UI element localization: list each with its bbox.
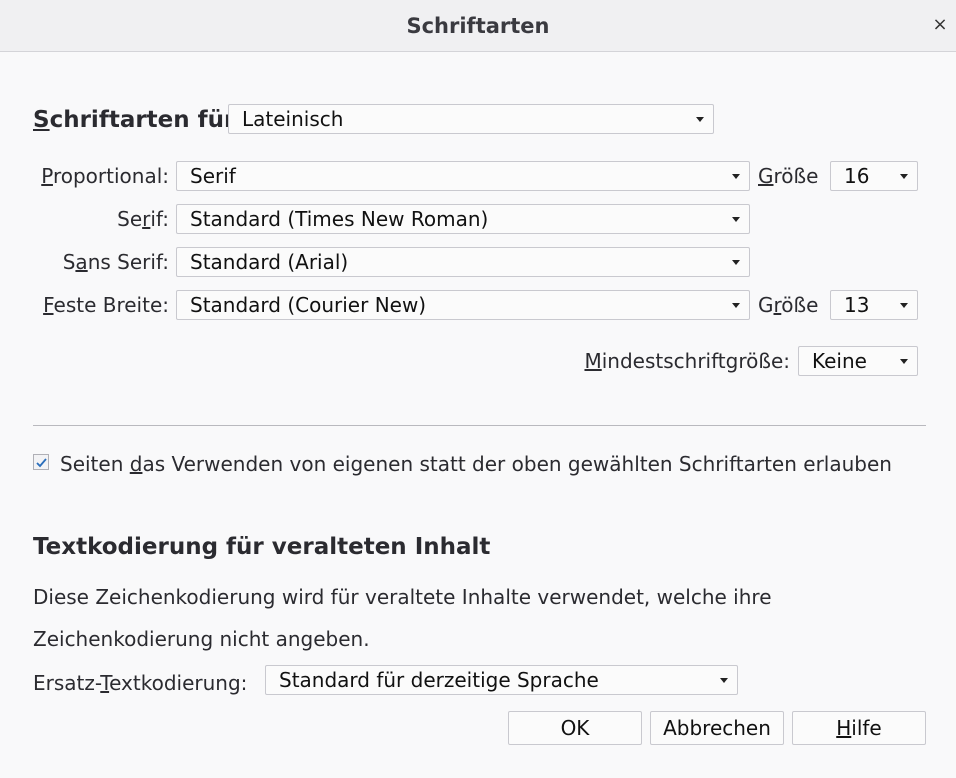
proportional-size-label: Größe [758,164,819,188]
monospace-size-value: 13 [844,293,870,317]
allow-page-fonts-label[interactable]: Seiten das Verwenden von eigenen statt d… [60,452,892,476]
fallback-encoding-select[interactable]: Standard für derzeitige Sprache [265,665,738,695]
fallback-encoding-label: Ersatz-Textkodierung: [33,671,248,695]
ok-button[interactable]: OK [508,711,642,745]
min-size-label: Mindestschriftgröße: [584,349,790,373]
help-button[interactable]: Hilfe [792,711,926,745]
sans-serif-value: Standard (Arial) [190,250,349,274]
encoding-description-line2: Zeichenkodierung nicht angeben. [33,627,370,651]
monospace-size-select[interactable]: 13 [830,290,918,320]
proportional-value: Serif [190,164,236,188]
chevron-down-icon [732,217,740,222]
sans-serif-label: Sans Serif: [62,250,169,274]
divider [33,425,926,426]
chevron-down-icon [732,260,740,265]
encoding-heading: Textkodierung für veralteten Inhalt [33,534,491,560]
monospace-label: Feste Breite: [43,293,169,317]
serif-label: Serif: [117,207,169,231]
proportional-label: Proportional: [41,164,169,188]
cancel-button[interactable]: Abbrechen [650,711,784,745]
chevron-down-icon [732,174,740,179]
serif-value: Standard (Times New Roman) [190,207,489,231]
chevron-down-icon [900,174,908,179]
fonts-for-label: Schriftarten für [33,107,236,133]
sans-serif-select[interactable]: Standard (Arial) [176,247,750,277]
proportional-size-value: 16 [844,164,870,188]
min-size-select[interactable]: Keine [798,346,918,376]
close-icon[interactable]: × [930,14,950,36]
chevron-down-icon [900,303,908,308]
chevron-down-icon [720,678,728,683]
min-size-value: Keine [812,349,867,373]
serif-select[interactable]: Standard (Times New Roman) [176,204,750,234]
fonts-for-select[interactable]: Lateinisch [228,104,714,134]
fonts-for-value: Lateinisch [242,107,344,131]
proportional-size-select[interactable]: 16 [830,161,918,191]
dialog-title: Schriftarten [406,14,550,38]
encoding-description-line1: Diese Zeichenkodierung wird für veraltet… [33,585,772,609]
check-icon [36,458,47,468]
chevron-down-icon [732,303,740,308]
chevron-down-icon [696,117,704,122]
dialog-titlebar: Schriftarten × [0,0,956,52]
monospace-size-label: Größe [758,293,819,317]
monospace-select[interactable]: Standard (Courier New) [176,290,750,320]
allow-page-fonts-checkbox[interactable] [33,454,49,470]
fallback-encoding-value: Standard für derzeitige Sprache [279,668,599,692]
chevron-down-icon [900,359,908,364]
monospace-value: Standard (Courier New) [190,293,427,317]
proportional-select[interactable]: Serif [176,161,750,191]
